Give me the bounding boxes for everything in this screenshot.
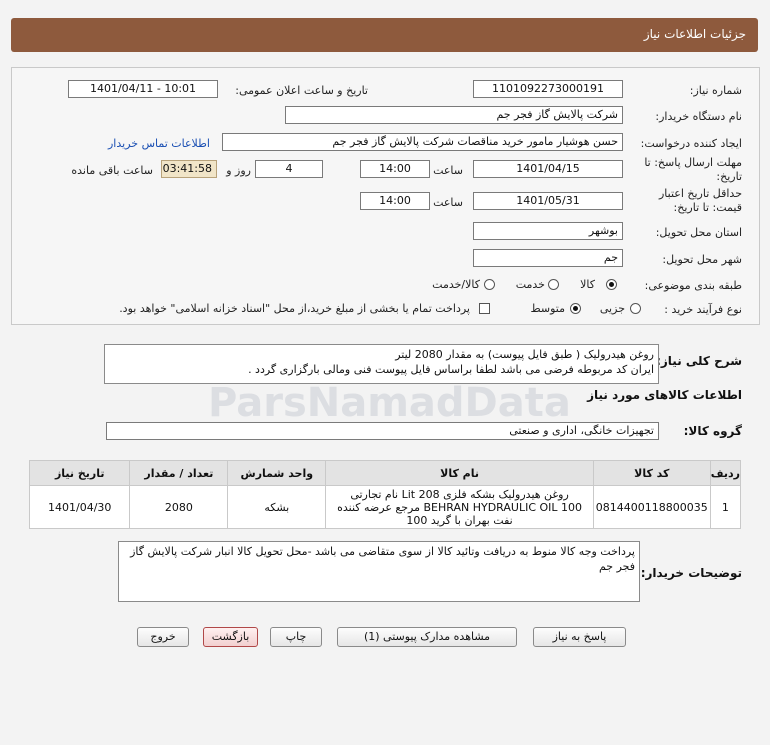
requester-field: حسن هوشیار مامور خرید مناقصات شرکت پالای…	[222, 133, 623, 151]
announce-datetime-field: 1401/04/11 - 10:01	[68, 80, 218, 98]
page-title: جزئیات اطلاعات نیاز	[643, 27, 746, 41]
buyer-org-label: نام دستگاه خریدار:	[655, 110, 742, 123]
days-and-label: روز و	[226, 164, 251, 177]
col-code: کد کالا	[592, 460, 711, 486]
validity-time-label: ساعت	[433, 196, 463, 209]
process-minor-radio[interactable]	[630, 303, 641, 314]
category-service-radio[interactable]	[548, 279, 559, 290]
buyer-notes-label: توضیحات خریدار:	[640, 566, 742, 580]
payment-treasury-note: پرداخت تمام یا بخشی از مبلغ خرید،از محل …	[119, 302, 470, 315]
table-row: 1 0814400118800035 روغن هیدرولیک بشکه فل…	[28, 485, 742, 529]
province-label: استان محل تحویل:	[655, 226, 742, 239]
exit-button[interactable]: خروج	[137, 627, 189, 647]
category-service-label: خدمت	[515, 278, 545, 291]
process-label: نوع فرآیند خرید :	[664, 303, 742, 316]
reply-deadline-label: مهلت ارسال پاسخ: تا تاریخ:	[644, 156, 742, 183]
need-number-label: شماره نیاز:	[689, 84, 742, 97]
validity-time-field: 14:00	[360, 192, 430, 210]
process-minor-label: جزیی	[599, 302, 625, 315]
page-header: جزئیات اطلاعات نیاز	[11, 18, 758, 52]
requester-label: ایجاد کننده درخواست:	[640, 137, 742, 150]
category-goods-label: کالا	[580, 278, 595, 291]
cell-code: 0814400118800035	[592, 485, 711, 529]
reply-time-field: 14:00	[360, 160, 430, 178]
col-unit: واحد شمارش	[227, 460, 327, 486]
cell-qty: 2080	[129, 485, 229, 529]
goods-group-label: گروه کالا:	[683, 424, 742, 438]
col-row: ردیف	[709, 460, 742, 486]
goods-group-field: تجهیزات خانگی، اداری و صنعتی	[106, 422, 659, 440]
province-field: بوشهر	[473, 222, 623, 240]
print-button[interactable]: چاپ	[270, 627, 322, 647]
process-medium-label: متوسط	[530, 302, 565, 315]
reply-button[interactable]: پاسخ به نیاز	[533, 627, 626, 647]
cell-name: روغن هیدرولیک بشکه فلزی Lit 208 نام تجار…	[325, 485, 594, 529]
category-goods-service-label: کالا/خدمت	[432, 278, 480, 291]
announce-datetime-label: تاریخ و ساعت اعلان عمومی:	[235, 84, 368, 97]
back-button[interactable]: بازگشت	[203, 627, 258, 647]
remaining-label: ساعت باقی مانده	[71, 164, 153, 177]
category-label: طبقه بندی موضوعی:	[644, 279, 742, 292]
goods-table-header: ردیف کد کالا نام کالا واحد شمارش تعداد /…	[28, 460, 742, 486]
summary-label: شرح کلی نیاز:	[656, 354, 742, 368]
summary-box: روغن هیدرولیک ( طبق فایل پیوست) به مقدار…	[104, 344, 659, 384]
remaining-time-field: 03:41:58	[161, 160, 217, 178]
col-date: تاریخ نیاز	[28, 460, 131, 486]
cell-date: 1401/04/30	[28, 485, 131, 529]
col-qty: تعداد / مقدار	[129, 460, 229, 486]
summary-line-1: روغن هیدرولیک ( طبق فایل پیوست) به مقدار…	[395, 348, 654, 361]
cell-row: 1	[709, 485, 742, 529]
buyer-org-field: شرکت پالایش گاز فجر جم	[285, 106, 623, 124]
view-attachments-button[interactable]: مشاهده مدارک پیوستی (1)	[337, 627, 517, 647]
price-validity-label: حداقل تاریخ اعتبار قیمت: تا تاریخ:	[658, 187, 742, 214]
col-name: نام کالا	[325, 460, 594, 486]
goods-info-title: اطلاعات کالاهای مورد نیاز	[587, 388, 742, 402]
validity-date-field: 1401/05/31	[473, 192, 623, 210]
buyer-notes-box: پرداخت وجه کالا منوط به دریافت وتائید کا…	[118, 541, 640, 602]
payment-treasury-checkbox[interactable]	[479, 303, 490, 314]
reply-date-field: 1401/04/15	[473, 160, 623, 178]
category-goods-service-radio[interactable]	[484, 279, 495, 290]
cell-unit: بشکه	[227, 485, 327, 529]
process-medium-radio[interactable]	[570, 303, 581, 314]
city-label: شهر محل تحویل:	[662, 253, 742, 266]
category-goods-radio[interactable]	[606, 279, 617, 290]
watermark-brand: ParsNamadData	[208, 380, 571, 426]
need-number-field: 1101092273000191	[473, 80, 623, 98]
city-field: جم	[473, 249, 623, 267]
days-field: 4	[255, 160, 323, 178]
goods-table: ردیف کد کالا نام کالا واحد شمارش تعداد /…	[28, 460, 742, 529]
reply-time-label: ساعت	[433, 164, 463, 177]
summary-line-2: ایران کد مربوطه فرضی می باشد لطفا براساس…	[248, 363, 654, 376]
buyer-contact-link[interactable]: اطلاعات تماس خریدار	[108, 137, 210, 150]
